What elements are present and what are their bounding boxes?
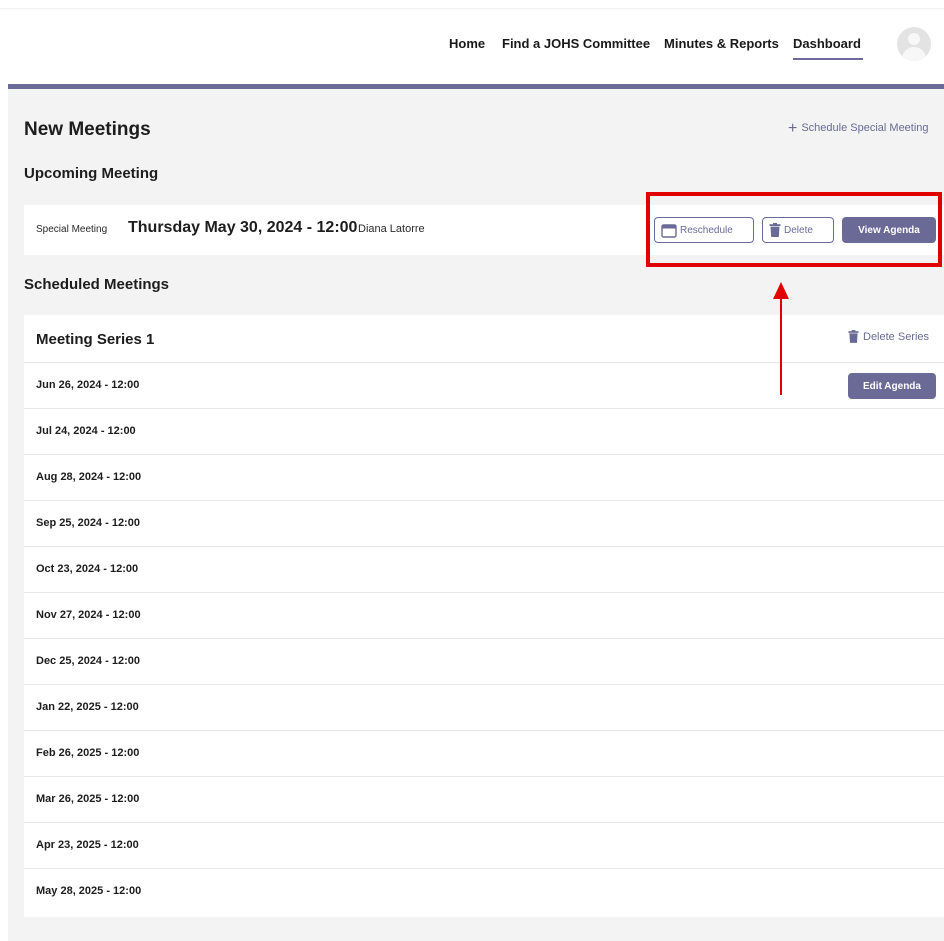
meeting-row-date: Jan 22, 2025 - 12:00 xyxy=(36,701,139,713)
meeting-row: Sep 25, 2024 - 12:00 xyxy=(24,501,944,547)
meeting-row-date: Oct 23, 2024 - 12:00 xyxy=(36,563,139,575)
meeting-series-card: Meeting Series 1 Delete Series Jun 26, 2… xyxy=(24,315,944,917)
top-divider xyxy=(0,8,944,9)
reschedule-label: Reschedule xyxy=(680,224,733,236)
schedule-special-meeting-link[interactable]: + Schedule Special Meeting xyxy=(788,119,929,137)
meeting-row: Aug 28, 2024 - 12:00 xyxy=(24,455,944,501)
view-agenda-button[interactable]: View Agenda xyxy=(842,217,936,243)
meeting-row-date: Feb 26, 2025 - 12:00 xyxy=(36,747,140,759)
trash-icon xyxy=(769,223,781,237)
meeting-row: Jun 26, 2024 - 12:00 Edit Agenda xyxy=(24,363,944,409)
nav-minutes-reports[interactable]: Minutes & Reports xyxy=(664,36,779,51)
reschedule-button[interactable]: Reschedule xyxy=(654,217,754,243)
nav-find-committee[interactable]: Find a JOHS Committee xyxy=(502,36,650,51)
meeting-row: Dec 25, 2024 - 12:00 xyxy=(24,639,944,685)
main-panel: New Meetings + Schedule Special Meeting … xyxy=(8,89,944,941)
plus-icon: + xyxy=(788,119,798,137)
meeting-row-date: Nov 27, 2024 - 12:00 xyxy=(36,609,141,621)
nav-active-indicator xyxy=(793,58,863,60)
meeting-type: Special Meeting xyxy=(36,224,108,235)
nav-dashboard[interactable]: Dashboard xyxy=(793,36,861,51)
meeting-row: May 28, 2025 - 12:00 xyxy=(24,869,944,915)
meeting-row: Jul 24, 2024 - 12:00 xyxy=(24,409,944,455)
meeting-row-date: May 28, 2025 - 12:00 xyxy=(36,885,142,897)
meeting-row: Apr 23, 2025 - 12:00 xyxy=(24,823,944,869)
series-header: Meeting Series 1 Delete Series xyxy=(24,315,944,363)
page-title: New Meetings xyxy=(24,119,151,140)
delete-label: Delete xyxy=(784,224,813,236)
series-title: Meeting Series 1 xyxy=(36,331,155,348)
delete-series-button[interactable]: Delete Series xyxy=(848,330,929,343)
meeting-row-date: Sep 25, 2024 - 12:00 xyxy=(36,517,140,529)
meeting-row: Oct 23, 2024 - 12:00 xyxy=(24,547,944,593)
meeting-row: Jan 22, 2025 - 12:00 xyxy=(24,685,944,731)
scheduled-meetings-heading: Scheduled Meetings xyxy=(24,276,170,293)
meeting-row-date: Apr 23, 2025 - 12:00 xyxy=(36,839,139,851)
meeting-row: Feb 26, 2025 - 12:00 xyxy=(24,731,944,777)
meeting-row-date: Jun 26, 2024 - 12:00 xyxy=(36,379,140,391)
meeting-row-date: Aug 28, 2024 - 12:00 xyxy=(36,471,142,483)
delete-button[interactable]: Delete xyxy=(762,217,834,243)
meeting-row-date: Jul 24, 2024 - 12:00 xyxy=(36,425,136,437)
meeting-row-date: Dec 25, 2024 - 12:00 xyxy=(36,655,140,667)
upcoming-meeting-heading: Upcoming Meeting xyxy=(24,165,159,182)
meeting-host: Diana Latorre xyxy=(358,223,425,235)
upcoming-meeting-card: Special Meeting Thursday May 30, 2024 - … xyxy=(24,205,944,255)
trash-icon xyxy=(848,330,859,343)
edit-agenda-button[interactable]: Edit Agenda xyxy=(848,373,936,399)
nav-home[interactable]: Home xyxy=(449,36,485,51)
meeting-row: Nov 27, 2024 - 12:00 xyxy=(24,593,944,639)
delete-series-label: Delete Series xyxy=(863,330,930,343)
schedule-special-meeting-label: Schedule Special Meeting xyxy=(801,122,929,134)
user-avatar-icon[interactable] xyxy=(897,27,931,61)
top-navigation: Home Find a JOHS Committee Minutes & Rep… xyxy=(0,0,944,84)
meeting-row: Mar 26, 2025 - 12:00 xyxy=(24,777,944,823)
meeting-row-date: Mar 26, 2025 - 12:00 xyxy=(36,793,140,805)
calendar-icon xyxy=(661,223,677,238)
meeting-date: Thursday May 30, 2024 - 12:00 xyxy=(128,219,358,236)
